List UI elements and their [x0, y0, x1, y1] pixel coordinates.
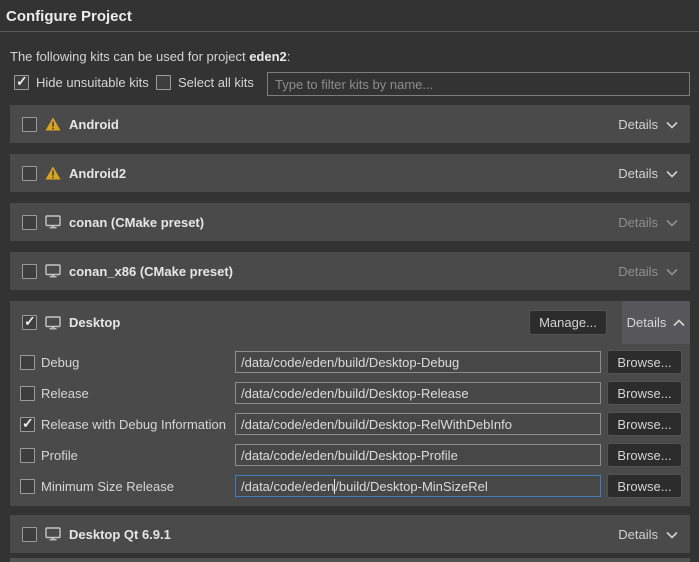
config-row-profile: Profile Browse...	[10, 440, 690, 471]
kit-row-android2[interactable]: Android2 Details	[10, 154, 690, 192]
details-button-android[interactable]: Details	[618, 117, 678, 132]
kit-desktop-checkbox[interactable]	[22, 315, 37, 330]
kit-desktop-qt-691-checkbox[interactable]	[22, 527, 37, 542]
kit-name: Desktop	[69, 315, 120, 330]
details-label: Details	[618, 166, 658, 181]
config-row-relwithdebinfo: Release with Debug Information Browse...	[10, 409, 690, 440]
hide-unsuitable-label: Hide unsuitable kits	[36, 75, 149, 90]
browse-button-debug[interactable]: Browse...	[607, 350, 682, 374]
details-button-conan-x86[interactable]: Details	[618, 264, 678, 279]
page-title: Configure Project	[6, 8, 132, 25]
kit-name: conan (CMake preset)	[69, 215, 204, 230]
chevron-down-icon	[666, 166, 678, 181]
chevron-down-icon	[666, 264, 678, 279]
browse-button-profile[interactable]: Browse...	[607, 443, 682, 467]
config-minsizerel-path-input[interactable]: /data/code/eden/build/Desktop-MinSizeRel	[235, 475, 601, 497]
kit-name: Desktop Qt 6.9.1	[69, 527, 171, 542]
desktop-icon	[45, 316, 61, 330]
config-label: Release	[41, 386, 89, 401]
build-config-list: Debug Browse... Release Browse... Releas…	[10, 347, 690, 502]
config-label: Release with Debug Information	[41, 417, 226, 432]
intro-prefix: The following kits can be used for proje…	[10, 49, 249, 64]
config-row-release: Release Browse...	[10, 378, 690, 409]
kit-conan-x86-checkbox[interactable]	[22, 264, 37, 279]
kit-name: conan_x86 (CMake preset)	[69, 264, 233, 279]
kit-row-conan[interactable]: conan (CMake preset) Details	[10, 203, 690, 241]
config-profile-path-input[interactable]	[235, 444, 601, 466]
kit-row-desktop-qt-691[interactable]: Desktop Qt 6.9.1 Details	[10, 515, 690, 553]
title-divider	[0, 31, 699, 32]
details-label: Details	[618, 527, 658, 542]
hide-unsuitable-checkbox[interactable]	[14, 75, 29, 90]
kit-name: Android2	[69, 166, 126, 181]
config-label: Debug	[41, 355, 79, 370]
desktop-icon	[45, 527, 61, 541]
config-label: Minimum Size Release	[41, 479, 174, 494]
kit-row-desktop[interactable]: Desktop Manage... Details	[10, 301, 690, 344]
details-label: Details	[618, 264, 658, 279]
config-minsizerel-checkbox[interactable]	[20, 479, 35, 494]
details-label: Details	[627, 315, 667, 330]
kit-row-android[interactable]: Android Details	[10, 105, 690, 143]
details-label: Details	[618, 117, 658, 132]
config-row-debug: Debug Browse...	[10, 347, 690, 378]
select-all-checkbox[interactable]	[156, 75, 171, 90]
project-name: eden2	[249, 49, 287, 64]
config-release-checkbox[interactable]	[20, 386, 35, 401]
config-relwithdebinfo-path-input[interactable]	[235, 413, 601, 435]
details-button-conan[interactable]: Details	[618, 215, 678, 230]
kit-android2-checkbox[interactable]	[22, 166, 37, 181]
next-kit-row-peek	[10, 558, 690, 562]
chevron-up-icon	[673, 315, 685, 330]
desktop-icon	[45, 264, 61, 278]
kit-panel-desktop: Desktop Manage... Details Debug Browse..…	[10, 301, 690, 506]
config-relwithdebinfo-checkbox[interactable]	[20, 417, 35, 432]
browse-button-relwithdebinfo[interactable]: Browse...	[607, 412, 682, 436]
details-button-desktop[interactable]: Details	[622, 301, 690, 344]
path-before-caret: /data/code/eden	[241, 479, 334, 494]
details-button-desktop-qt-691[interactable]: Details	[618, 527, 678, 542]
config-debug-checkbox[interactable]	[20, 355, 35, 370]
manage-button[interactable]: Manage...	[529, 310, 607, 335]
chevron-down-icon	[666, 215, 678, 230]
config-row-minsizerel: Minimum Size Release /data/code/eden/bui…	[10, 471, 690, 502]
config-label: Profile	[41, 448, 78, 463]
config-debug-path-input[interactable]	[235, 351, 601, 373]
select-all-kits-option[interactable]: Select all kits	[156, 75, 254, 90]
path-after-caret: /build/Desktop-MinSizeRel	[335, 479, 487, 494]
details-button-android2[interactable]: Details	[618, 166, 678, 181]
chevron-down-icon	[666, 117, 678, 132]
details-label: Details	[618, 215, 658, 230]
intro-suffix: :	[287, 49, 291, 64]
hide-unsuitable-kits-option[interactable]: Hide unsuitable kits	[14, 75, 149, 90]
browse-button-minsizerel[interactable]: Browse...	[607, 474, 682, 498]
select-all-label: Select all kits	[178, 75, 254, 90]
kit-android-checkbox[interactable]	[22, 117, 37, 132]
warning-icon	[45, 117, 61, 131]
chevron-down-icon	[666, 527, 678, 542]
kit-row-conan-x86[interactable]: conan_x86 (CMake preset) Details	[10, 252, 690, 290]
warning-icon	[45, 166, 61, 180]
desktop-icon	[45, 215, 61, 229]
config-profile-checkbox[interactable]	[20, 448, 35, 463]
configure-project-page: { "window": { "title": "Configure Projec…	[0, 0, 699, 562]
intro-text: The following kits can be used for proje…	[10, 49, 290, 64]
kit-conan-checkbox[interactable]	[22, 215, 37, 230]
kit-name: Android	[69, 117, 119, 132]
kit-filter-input[interactable]	[267, 72, 690, 96]
config-release-path-input[interactable]	[235, 382, 601, 404]
browse-button-release[interactable]: Browse...	[607, 381, 682, 405]
